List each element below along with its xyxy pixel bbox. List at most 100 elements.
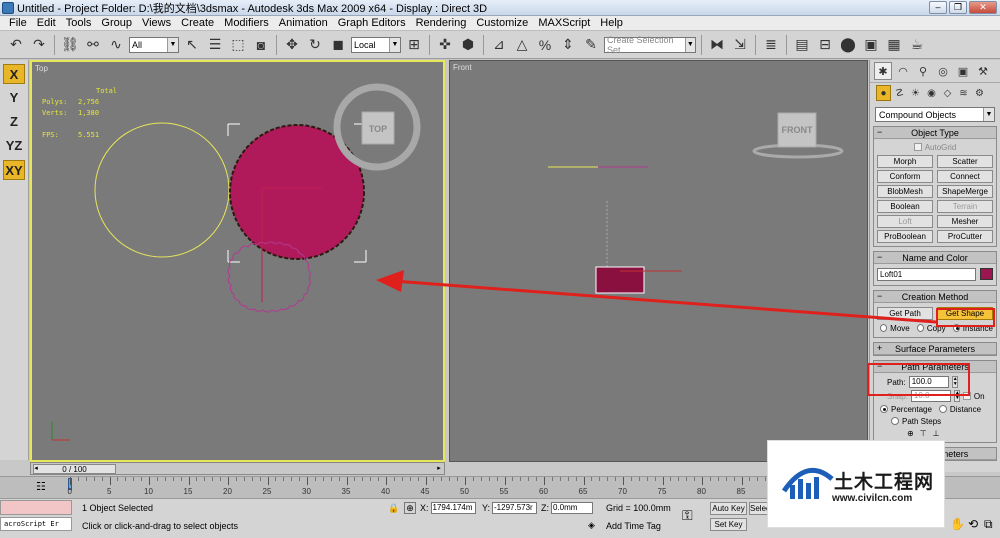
menu-file[interactable]: File [4, 17, 32, 29]
key-filter-select[interactable]: Selected [749, 502, 769, 515]
previous-shape-icon[interactable]: ⊤ [920, 429, 927, 438]
name-color-header[interactable]: − Name and Color [874, 252, 996, 264]
axis-yz-button[interactable]: YZ [3, 136, 25, 156]
named-selection-set-select[interactable]: Create Selection Set ▼ [604, 35, 696, 55]
orbit-icon[interactable]: ⟲ [968, 517, 978, 531]
render-setup-icon[interactable]: ▣ [861, 35, 881, 55]
filter-icon[interactable]: ☷ [36, 480, 46, 493]
next-shape-icon[interactable]: ⊥ [933, 429, 940, 438]
pick-shape-icon[interactable]: ⊕ [907, 429, 914, 438]
spinner-snap-icon[interactable]: ⇕ [558, 35, 578, 55]
object-type-header[interactable]: − Object Type [874, 127, 996, 139]
select-manipulate-icon[interactable]: ✜ [435, 35, 455, 55]
auto-key-button[interactable]: Auto Key [710, 502, 747, 515]
percent-snap-icon[interactable]: % [535, 35, 555, 55]
maxscript-mini-listener[interactable]: acroScript Er [0, 517, 72, 531]
transform-mode-icon[interactable]: ⊕ [404, 502, 416, 514]
distance-radio[interactable] [938, 405, 947, 413]
reference-coordinate-select[interactable]: Local ▼ [351, 36, 401, 53]
procutter-button[interactable]: ProCutter [937, 230, 993, 243]
percentage-radio[interactable] [880, 405, 888, 413]
morph-button[interactable]: Morph [877, 155, 933, 168]
circle-shape[interactable] [94, 122, 230, 258]
redo-icon[interactable]: ↷ [29, 35, 49, 55]
systems-icon[interactable]: ⚙ [972, 85, 987, 101]
proboolean-button[interactable]: ProBoolean [877, 230, 933, 243]
add-time-tag-button[interactable]: Add Time Tag [606, 521, 661, 531]
menu-modifiers[interactable]: Modifiers [219, 17, 274, 29]
menu-graph-editors[interactable]: Graph Editors [333, 17, 411, 29]
menu-views[interactable]: Views [137, 17, 176, 29]
terrain-button[interactable]: Terrain [937, 200, 993, 213]
viewcube[interactable]: TOP [333, 83, 421, 171]
menu-edit[interactable]: Edit [32, 17, 61, 29]
y-input[interactable]: -1297.573r [492, 502, 538, 514]
time-tag-icon[interactable]: ◈ [588, 520, 595, 531]
object-category-select[interactable]: Compound Objects ▼ [875, 107, 995, 122]
schematic-view-icon[interactable]: ⊟ [815, 35, 835, 55]
pan-icon[interactable]: ✋ [950, 517, 965, 531]
axis-y-button[interactable]: Y [3, 88, 25, 108]
loft-button[interactable]: Loft [877, 215, 933, 228]
z-input[interactable]: 0.0mm [551, 502, 593, 514]
edit-named-selection-icon[interactable]: ✎ [581, 35, 601, 55]
geometry-icon[interactable]: ● [876, 85, 891, 101]
blobmesh-button[interactable]: BlobMesh [877, 185, 933, 198]
scale-icon[interactable]: ◼ [328, 35, 348, 55]
menu-maxscript[interactable]: MAXScript [533, 17, 595, 29]
conform-button[interactable]: Conform [877, 170, 933, 183]
motion-tab-icon[interactable]: ◎ [934, 62, 952, 80]
connect-button[interactable]: Connect [937, 170, 993, 183]
object-color-swatch[interactable] [980, 268, 993, 280]
utilities-tab-icon[interactable]: ⚒ [974, 62, 992, 80]
window-crossing-icon[interactable]: ◙ [251, 35, 271, 55]
restore-button[interactable]: ❐ [949, 1, 967, 14]
rendered-frame-icon[interactable]: ▦ [884, 35, 904, 55]
menu-animation[interactable]: Animation [274, 17, 333, 29]
helpers-icon[interactable]: ◇ [940, 85, 955, 101]
select-by-name-icon[interactable]: ☰ [205, 35, 225, 55]
scatter-button[interactable]: Scatter [937, 155, 993, 168]
snap-toggle-icon[interactable]: ⊿ [489, 35, 509, 55]
close-button[interactable]: ✕ [969, 1, 997, 14]
viewcube[interactable]: FRONT [752, 112, 844, 159]
maximize-viewport-icon[interactable]: ⧉ [984, 517, 993, 532]
mesher-button[interactable]: Mesher [937, 215, 993, 228]
set-key-button[interactable]: Set Key [710, 518, 747, 531]
menu-customize[interactable]: Customize [471, 17, 533, 29]
shapemerge-button[interactable]: ShapeMerge [937, 185, 993, 198]
boolean-button[interactable]: Boolean [877, 200, 933, 213]
select-object-icon[interactable]: ↖ [182, 35, 202, 55]
rotate-icon[interactable]: ↻ [305, 35, 325, 55]
lights-icon[interactable]: ☀ [908, 85, 923, 101]
menu-create[interactable]: Create [176, 17, 219, 29]
menu-rendering[interactable]: Rendering [411, 17, 472, 29]
axis-x-button[interactable]: X [3, 64, 25, 84]
x-input[interactable]: 1794.174m [430, 502, 476, 514]
axis-z-button[interactable]: Z [3, 112, 25, 132]
angle-snap-icon[interactable]: △ [512, 35, 532, 55]
modify-tab-icon[interactable]: ◠ [894, 62, 912, 80]
rectangular-selection-icon[interactable]: ⬚ [228, 35, 248, 55]
selection-filter-select[interactable]: All ▼ [129, 36, 179, 53]
bind-space-warp-icon[interactable]: ∿ [106, 35, 126, 55]
menu-help[interactable]: Help [595, 17, 628, 29]
surface-parameters-header[interactable]: + Surface Parameters [874, 343, 996, 355]
menu-tools[interactable]: Tools [61, 17, 97, 29]
lock-selection-icon[interactable]: 🔒 [388, 503, 399, 514]
space-warps-icon[interactable]: ≋ [956, 85, 971, 101]
align-icon[interactable]: ⇲ [730, 35, 750, 55]
path-steps-radio[interactable] [891, 417, 899, 425]
menu-group[interactable]: Group [96, 17, 137, 29]
unlink-icon[interactable]: ⚯ [83, 35, 103, 55]
shapes-icon[interactable]: ☡ [892, 85, 907, 101]
previous-frame-icon[interactable]: ◂ [31, 463, 41, 474]
cameras-icon[interactable]: ◉ [924, 85, 939, 101]
mirror-icon[interactable]: ⧓ [707, 35, 727, 55]
layer-manager-icon[interactable]: ≣ [761, 35, 781, 55]
pivot-center-icon[interactable]: ⊞ [404, 35, 424, 55]
move-icon[interactable]: ✥ [282, 35, 302, 55]
axis-xy-button[interactable]: XY [3, 160, 25, 180]
autogrid-checkbox[interactable]: AutoGrid [877, 141, 993, 153]
hierarchy-tab-icon[interactable]: ⚲ [914, 62, 932, 80]
